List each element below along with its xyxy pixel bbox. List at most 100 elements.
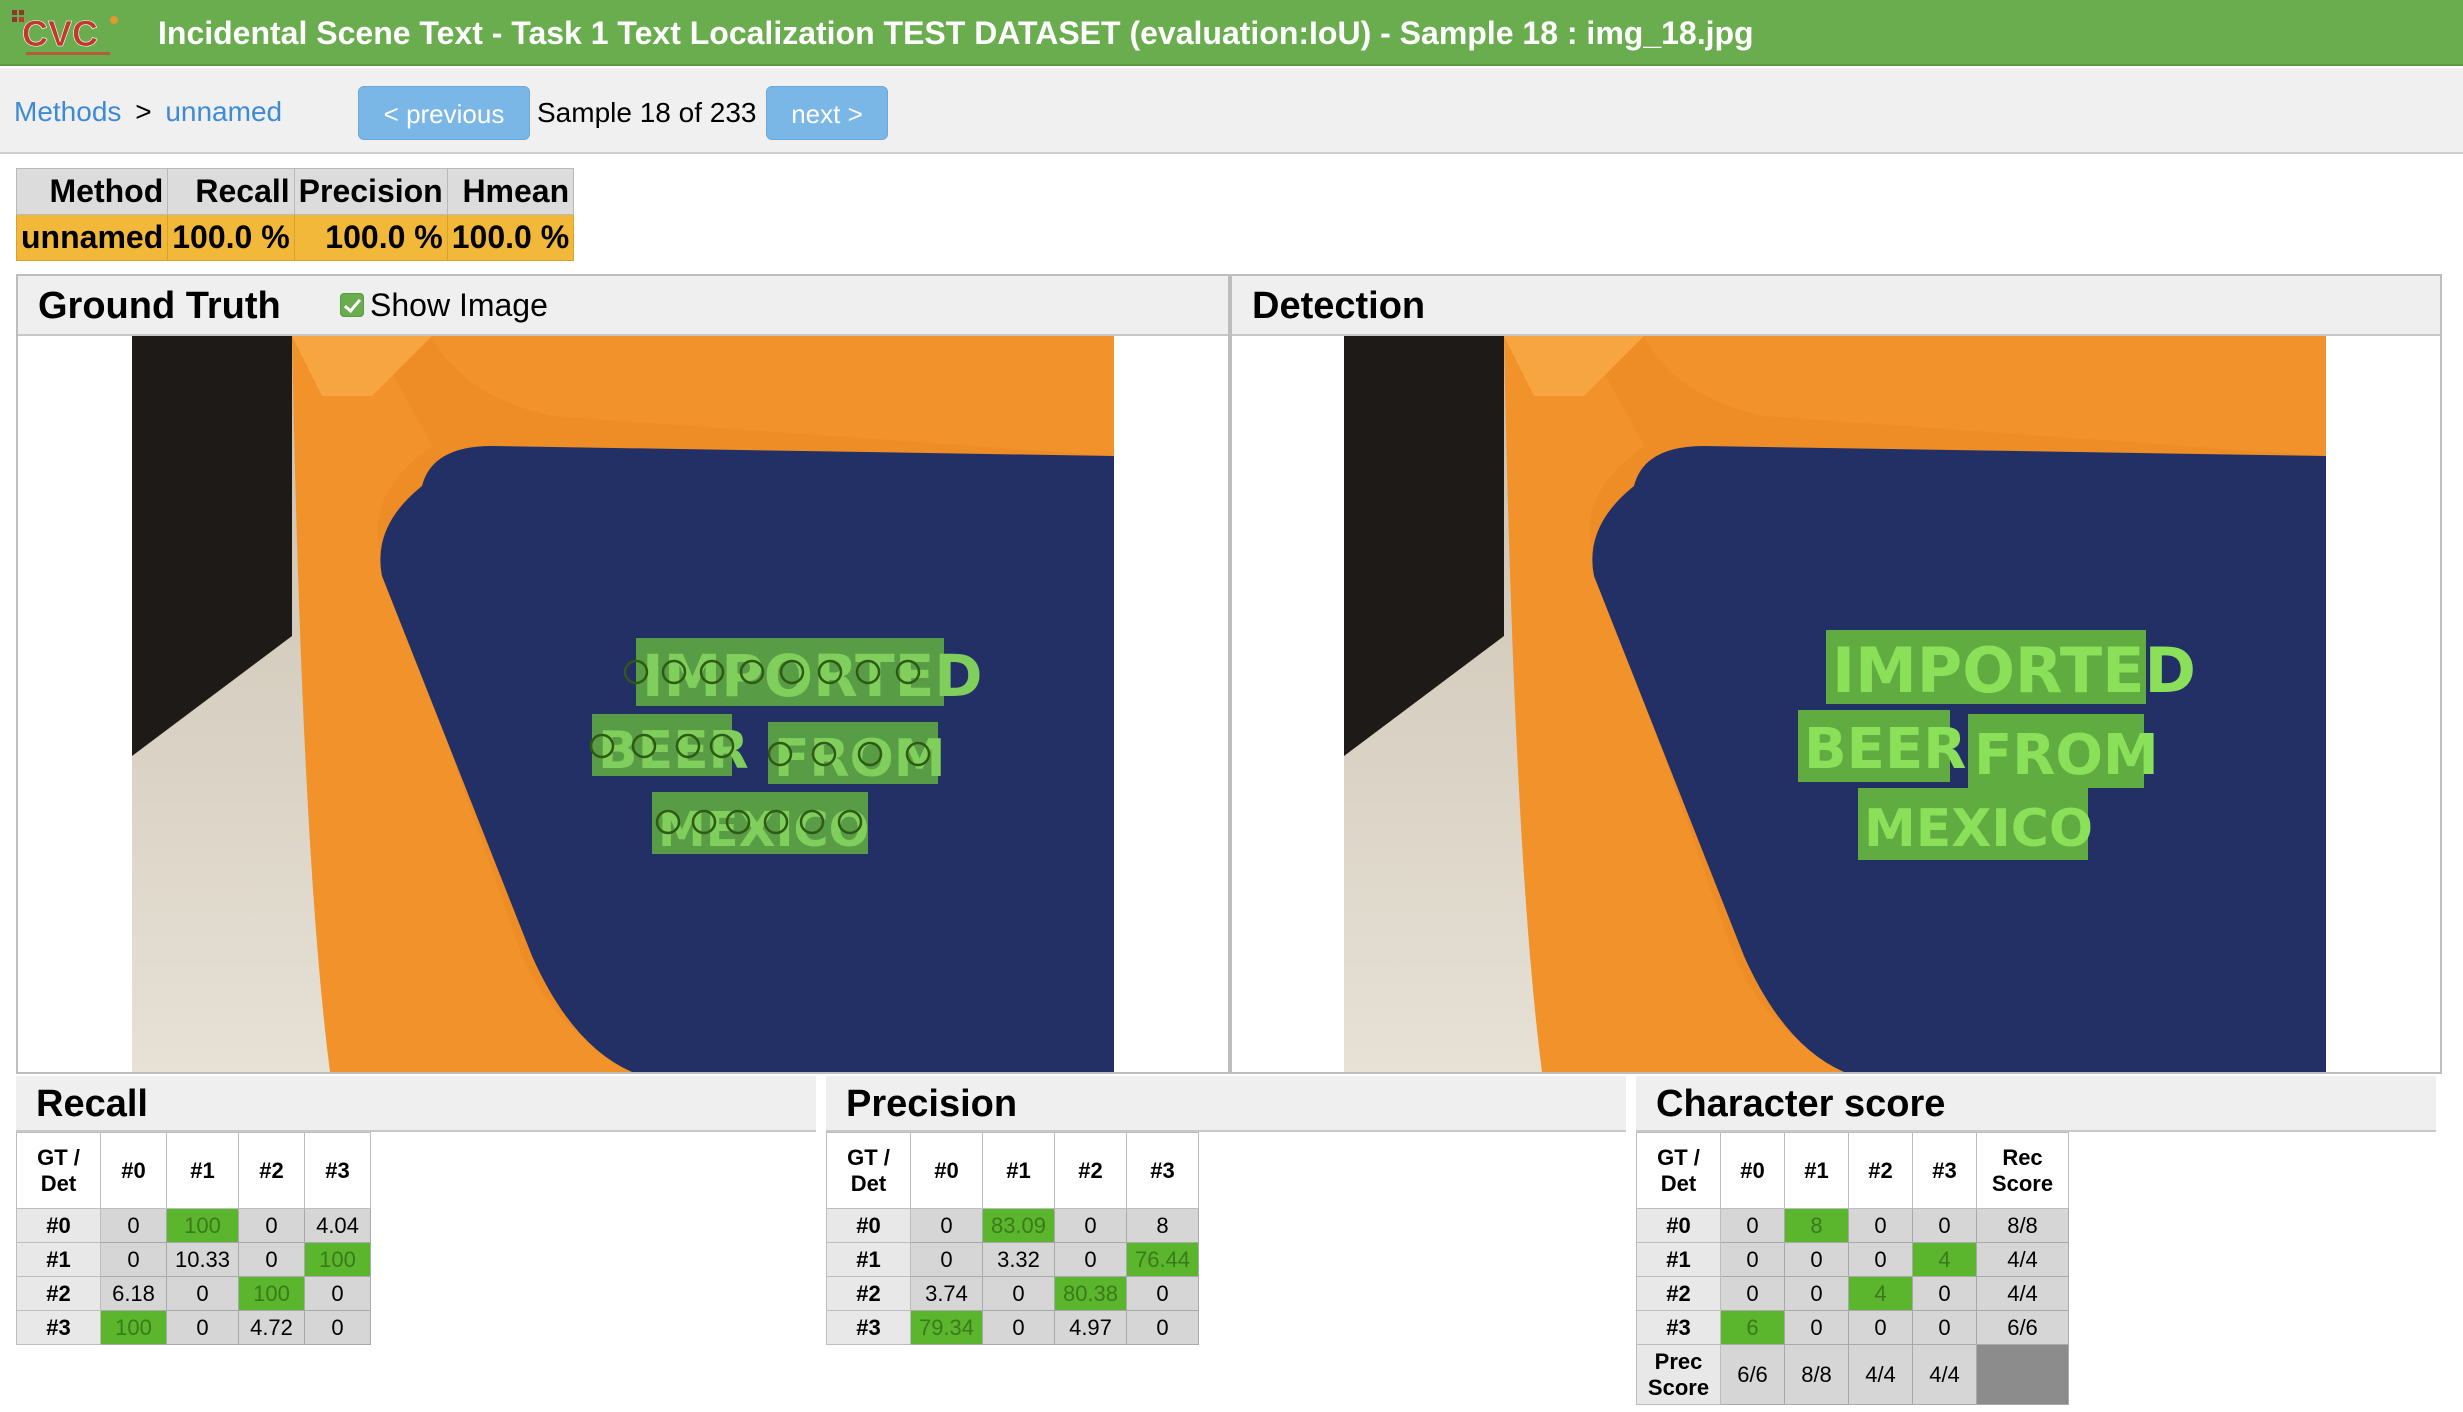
breadcrumb-method-link[interactable]: unnamed <box>165 96 282 127</box>
character-row: #1 0 0 0 4 4/4 <box>1636 1242 2069 1277</box>
character-cell: 0 <box>1912 1208 1977 1243</box>
precision-cell-match: 80.38 <box>1054 1276 1127 1311</box>
corner-line1: GT / <box>847 1144 890 1170</box>
rec-score-cell: 4/4 <box>1976 1242 2069 1277</box>
character-row-header: #3 <box>1636 1310 1721 1345</box>
precision-row: #2 3.74 0 80.38 0 <box>826 1276 1199 1311</box>
recall-corner-header: GT / Det <box>16 1132 101 1209</box>
det-word-beer: BEER <box>1804 717 1966 782</box>
recall-cell: 0 <box>238 1208 305 1243</box>
det-word-mexico: MEXICO <box>1864 799 2093 859</box>
summary-header-method: Method <box>15 168 169 215</box>
character-row: #0 0 8 0 0 8/8 <box>1636 1208 2069 1243</box>
recall-cell: 6.18 <box>100 1276 167 1311</box>
detection-title: Detection <box>1252 285 1426 327</box>
navigation-bar: Methods > unnamed < previous Sample 18 o… <box>0 68 2463 154</box>
prec-score-cell: 6/6 <box>1720 1344 1785 1405</box>
recall-section: Recall GT / Det #0 #1 #2 #3 #0 0 100 0 4… <box>16 1076 816 1345</box>
rec-score-header: Rec Score <box>1976 1132 2069 1209</box>
character-col-header: #3 <box>1912 1132 1977 1209</box>
summary-recall-value: 100.0 % <box>167 214 295 261</box>
character-row-header: #2 <box>1636 1276 1721 1311</box>
summary-precision-value: 100.0 % <box>293 214 448 261</box>
show-image-toggle[interactable]: Show Image <box>340 284 548 326</box>
precision-row: #3 79.34 0 4.97 0 <box>826 1310 1199 1345</box>
prec-score-cell: 8/8 <box>1784 1344 1849 1405</box>
precision-cell-match: 79.34 <box>910 1310 983 1345</box>
prec-score-cell: 4/4 <box>1848 1344 1913 1405</box>
precision-col-header: #3 <box>1126 1132 1199 1209</box>
next-button[interactable]: next > <box>766 86 888 140</box>
character-row-header: #0 <box>1636 1208 1721 1243</box>
breadcrumb-methods-link[interactable]: Methods <box>14 96 121 127</box>
character-cell: 0 <box>1720 1276 1785 1311</box>
recall-cell: 4.04 <box>304 1208 371 1243</box>
summary-method-value: unnamed <box>15 214 169 261</box>
recall-cell: 0 <box>238 1242 305 1277</box>
precision-cell: 0 <box>1126 1310 1199 1345</box>
character-col-header: #1 <box>1784 1132 1849 1209</box>
character-cell: 0 <box>1784 1310 1849 1345</box>
recall-matrix: GT / Det #0 #1 #2 #3 #0 0 100 0 4.04 #1 … <box>16 1132 371 1345</box>
character-score-title: Character score <box>1636 1076 2436 1132</box>
precision-cell-match: 83.09 <box>982 1208 1055 1243</box>
precision-row-header: #3 <box>826 1310 911 1345</box>
detection-header: Detection <box>1232 276 2440 336</box>
precision-cell: 3.74 <box>910 1276 983 1311</box>
prec-line1: Prec <box>1654 1348 1703 1374</box>
previous-button[interactable]: < previous <box>358 86 530 140</box>
summary-table: Method Recall Precision Hmean unnamed 10… <box>15 168 575 261</box>
summary-header-recall: Recall <box>167 168 295 215</box>
rec-line2: Score <box>1991 1170 2054 1196</box>
summary-header-precision: Precision <box>293 168 448 215</box>
cvc-logo: CVC <box>8 6 126 60</box>
precision-cell: 0 <box>1126 1276 1199 1311</box>
recall-row: #2 6.18 0 100 0 <box>16 1276 371 1311</box>
recall-cell: 0 <box>304 1276 371 1311</box>
precision-title: Precision <box>826 1076 1626 1132</box>
precision-corner-header: GT / Det <box>826 1132 911 1209</box>
sample-counter: Sample 18 of 233 <box>537 97 757 128</box>
character-corner-header: GT / Det <box>1636 1132 1721 1209</box>
recall-row: #0 0 100 0 4.04 <box>16 1208 371 1243</box>
precision-cell: 3.32 <box>982 1242 1055 1277</box>
ground-truth-header: Ground Truth Show Image <box>18 276 1228 336</box>
detection-panel: Detection IMPORTED BEER FROM MEXICO <box>1230 274 2442 1074</box>
recall-cell: 0 <box>166 1310 239 1345</box>
character-cell-match: 6 <box>1720 1310 1785 1345</box>
gt-word-beer: BEER <box>598 721 749 781</box>
det-word-imported: IMPORTED <box>1832 634 2196 707</box>
summary-header-hmean: Hmean <box>446 168 575 215</box>
character-cell: 0 <box>1720 1242 1785 1277</box>
page-title: Incidental Scene Text - Task 1 Text Loca… <box>158 15 1754 51</box>
character-cell: 0 <box>1720 1208 1785 1243</box>
recall-cell-match: 100 <box>238 1276 305 1311</box>
recall-col-header: #2 <box>238 1132 305 1209</box>
precision-cell: 4.97 <box>1054 1310 1127 1345</box>
precision-cell: 0 <box>982 1276 1055 1311</box>
recall-cell: 4.72 <box>238 1310 305 1345</box>
breadcrumb-separator: > <box>135 96 152 127</box>
det-word-from: FROM <box>1974 723 2159 788</box>
recall-cell: 0 <box>166 1276 239 1311</box>
character-cell-match: 4 <box>1912 1242 1977 1277</box>
recall-cell: 0 <box>100 1242 167 1277</box>
corner-line2: Det <box>1660 1170 1697 1196</box>
prec-score-header: Prec Score <box>1636 1344 1721 1405</box>
gt-word-mexico: MEXICO <box>658 802 869 858</box>
corner-line1: GT / <box>37 1144 80 1170</box>
character-cell-match: 8 <box>1784 1208 1849 1243</box>
character-cell: 0 <box>1912 1276 1977 1311</box>
precision-row-header: #0 <box>826 1208 911 1243</box>
precision-cell: 0 <box>910 1242 983 1277</box>
character-row-header: #1 <box>1636 1242 1721 1277</box>
precision-row: #1 0 3.32 0 76.44 <box>826 1242 1199 1277</box>
character-cell: 0 <box>1848 1208 1913 1243</box>
character-cell: 0 <box>1784 1242 1849 1277</box>
show-image-checkbox[interactable] <box>340 293 364 317</box>
precision-cell: 8 <box>1126 1208 1199 1243</box>
precision-row: #0 0 83.09 0 8 <box>826 1208 1199 1243</box>
recall-cell-match: 100 <box>304 1242 371 1277</box>
precision-col-header: #2 <box>1054 1132 1127 1209</box>
summary-row: unnamed 100.0 % 100.0 % 100.0 % <box>15 214 575 261</box>
